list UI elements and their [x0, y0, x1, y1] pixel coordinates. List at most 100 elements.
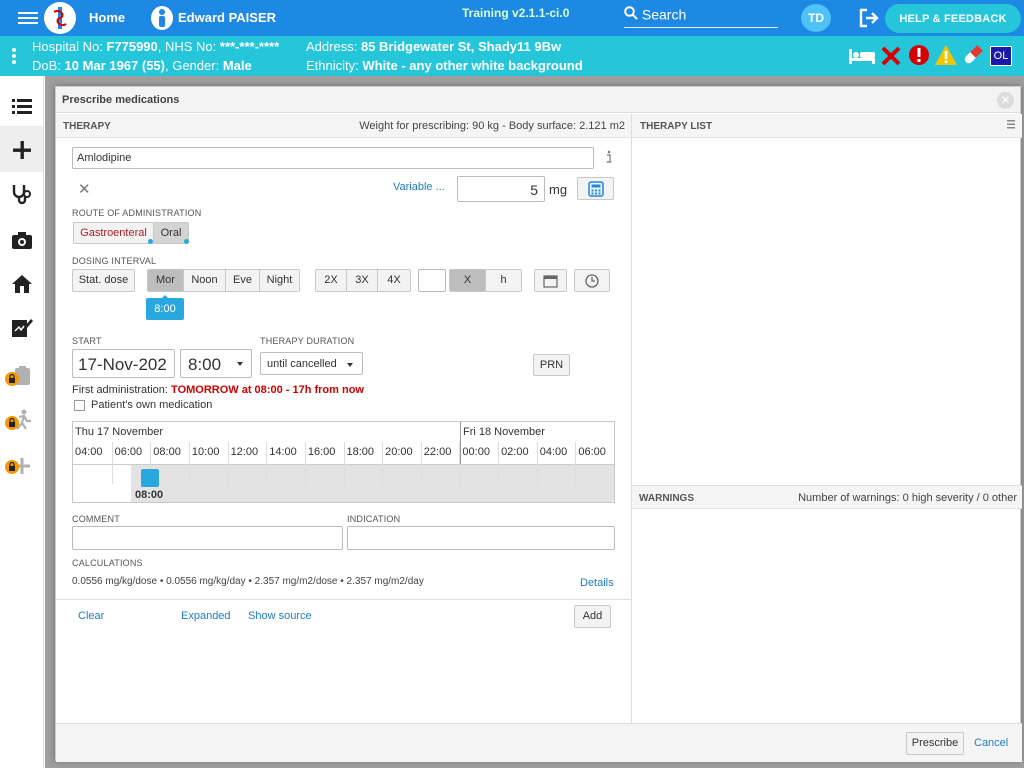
ol-badge[interactable]: OL	[990, 46, 1012, 66]
ethnicity: Ethnicity: White - any other white backg…	[306, 58, 583, 73]
close-icon[interactable]: ✕	[997, 92, 1014, 109]
therapy-header: THERAPY Weight for prescribing: 90 kg - …	[56, 114, 631, 138]
search-input[interactable]: Search	[624, 5, 778, 28]
start-date-input[interactable]: 17-Nov-202	[72, 349, 175, 378]
own-medication-label: Patient's own medication	[91, 399, 213, 411]
camera-icon[interactable]	[10, 228, 34, 252]
calculator-icon	[587, 181, 604, 200]
timeline-hour: 14:00	[266, 442, 305, 484]
time-tag-arrow	[161, 295, 169, 299]
own-medication-checkbox[interactable]	[74, 400, 85, 411]
prn-button[interactable]: PRN	[533, 354, 570, 376]
show-source-link[interactable]: Show source	[248, 610, 312, 622]
avatar[interactable]: TD	[801, 4, 831, 32]
logout-icon[interactable]	[858, 8, 880, 28]
signature-icon[interactable]	[10, 316, 34, 340]
unit-h[interactable]: h	[486, 270, 521, 291]
unit-x[interactable]: X	[450, 270, 486, 291]
time-tag[interactable]: 8:00	[146, 298, 184, 320]
dosing-label: DOSING INTERVAL	[72, 256, 157, 266]
timeline-event[interactable]	[141, 469, 159, 487]
cancel-link[interactable]: Cancel	[974, 737, 1008, 749]
info-icon[interactable]	[604, 149, 614, 168]
exclamation-icon[interactable]	[908, 44, 930, 69]
more-icon[interactable]	[10, 46, 18, 68]
calculator-button[interactable]	[577, 177, 614, 200]
divider	[56, 599, 631, 600]
timeline-hour: 18:00	[343, 442, 383, 484]
timeline-day-fri: Fri 18 November	[463, 426, 545, 438]
frequency-input[interactable]	[418, 269, 446, 292]
time-mor[interactable]: Mor	[148, 270, 184, 291]
lock-icon	[5, 416, 19, 430]
time-eve[interactable]: Eve	[226, 270, 260, 291]
route-gastroenteral[interactable]: Gastroenteral	[73, 222, 154, 244]
timeline-hour: 00:00	[459, 442, 498, 484]
start-label: START	[72, 336, 102, 346]
calculations-values: 0.0556 mg/kg/dose • 0.0556 mg/kg/day • 2…	[72, 576, 424, 587]
time-noon[interactable]: Noon	[184, 270, 226, 291]
patient-name[interactable]: Edward PAISER	[178, 10, 276, 25]
timeline-hour: 04:00	[536, 442, 576, 484]
clock-button[interactable]	[574, 269, 610, 292]
freq-4x[interactable]: 4X	[378, 270, 410, 291]
logo-icon	[44, 2, 76, 34]
timeline-hour: 12:00	[227, 442, 267, 484]
hospital-number: Hospital No: F775990, NHS No: ***-***-**…	[32, 39, 280, 54]
person-icon	[151, 6, 173, 30]
freq-2x[interactable]: 2X	[316, 270, 347, 291]
calendar-button[interactable]	[534, 269, 567, 292]
list-icon[interactable]	[10, 94, 34, 118]
bed-icon[interactable]	[848, 46, 876, 69]
route-label: ROUTE OF ADMINISTRATION	[72, 208, 202, 218]
comment-label: COMMENT	[72, 514, 120, 524]
pill-icon[interactable]	[962, 44, 984, 69]
timeline-hour: 16:00	[304, 442, 344, 484]
stethoscope-icon[interactable]	[10, 182, 34, 206]
home-link[interactable]: Home	[89, 10, 125, 25]
freq-3x[interactable]: 3X	[347, 270, 378, 291]
timeline-hour: 04:00	[75, 446, 103, 458]
drug-input[interactable]: Amlodipine	[72, 147, 594, 169]
menu-icon[interactable]	[1007, 120, 1015, 132]
add-button[interactable]: Add	[574, 605, 611, 628]
dosing-times: Mor Noon Eve Night	[147, 269, 300, 292]
calculations-label: CALCULATIONS	[72, 558, 143, 568]
prescribe-dialog: Prescribe medications ✕ THERAPY Weight f…	[55, 86, 1022, 762]
stat-dose-button[interactable]: Stat. dose	[72, 269, 135, 292]
warning-icon[interactable]	[934, 44, 958, 69]
comment-input[interactable]	[72, 526, 343, 550]
clock-icon	[584, 274, 600, 292]
therapy-list-label: THERAPY LIST	[640, 121, 713, 132]
duration-label: THERAPY DURATION	[260, 336, 355, 346]
variable-link[interactable]: Variable ...	[393, 181, 445, 193]
route-marker	[148, 239, 153, 244]
frequency-unit: X h	[449, 269, 522, 292]
duration-select[interactable]: until cancelled	[260, 352, 363, 375]
therapy-list-header: THERAPY LIST	[631, 114, 1022, 138]
weight-info: Weight for prescribing: 90 kg - Body sur…	[359, 120, 625, 132]
plus-icon[interactable]	[10, 138, 34, 162]
expanded-link[interactable]: Expanded	[181, 610, 231, 622]
dob-gender: DoB: 10 Mar 1967 (55), Gender: Male	[32, 58, 252, 73]
clear-link[interactable]: Clear	[78, 610, 104, 622]
column-divider	[631, 138, 632, 762]
cross-icon[interactable]	[881, 46, 901, 69]
top-bar: Home Edward PAISER Training v2.1.1-ci.0 …	[0, 0, 1024, 36]
indication-input[interactable]	[347, 526, 615, 550]
start-time-input[interactable]: 8:00	[180, 349, 252, 378]
first-administration: First administration: TOMORROW at 08:00 …	[72, 384, 364, 396]
timeline-hour: 10:00	[188, 442, 228, 484]
dialog-header: Prescribe medications ✕	[56, 87, 1020, 113]
help-feedback-button[interactable]: HELP & FEEDBACK	[885, 4, 1021, 33]
prescribe-button[interactable]: Prescribe	[906, 732, 964, 755]
warnings-header: WARNINGS Number of warnings: 0 high seve…	[632, 485, 1022, 509]
details-link[interactable]: Details	[580, 577, 614, 589]
dose-input[interactable]: 5	[457, 176, 545, 202]
house-icon[interactable]	[10, 272, 34, 296]
timeline-hour: 22:00	[420, 442, 460, 484]
route-marker	[184, 239, 189, 244]
clear-drug-icon[interactable]: ✕	[78, 180, 91, 198]
menu-icon[interactable]	[18, 9, 38, 27]
time-night[interactable]: Night	[260, 270, 299, 291]
